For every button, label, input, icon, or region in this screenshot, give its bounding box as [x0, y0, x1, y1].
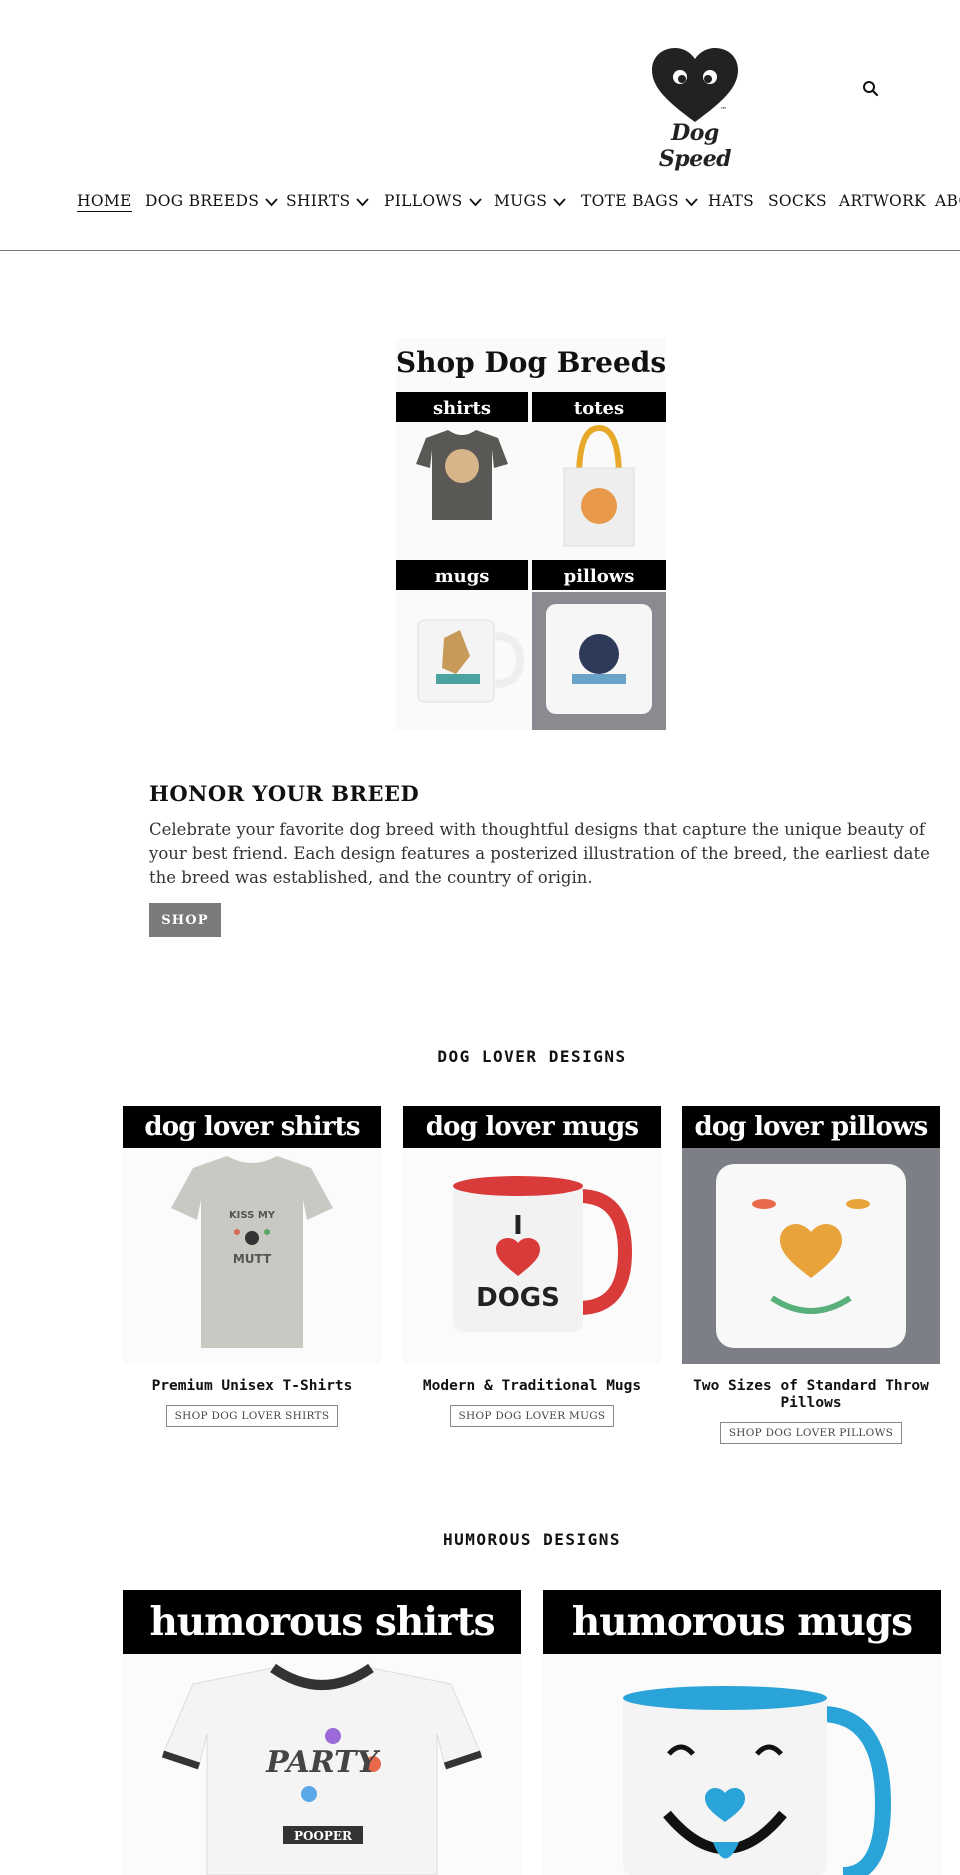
section-title-humorous: HUMOROUS DESIGNS	[442, 1530, 622, 1549]
nav-label: MUGS	[494, 192, 548, 210]
product-card-mugs: dog lover mugs I DOGS Modern & Tradition…	[403, 1106, 661, 1427]
nav-item-pillows[interactable]: PILLOWS	[384, 192, 482, 210]
mug-text-bottom: DOGS	[476, 1283, 560, 1313]
product-image[interactable]: I DOGS	[403, 1148, 661, 1364]
product-image[interactable]: PARTY POOPER	[123, 1654, 521, 1875]
nav-item-about[interactable]: ABO	[935, 192, 960, 210]
chevron-down-icon	[356, 197, 370, 206]
shop-dog-lover-shirts-button[interactable]: SHOP DOG LOVER SHIRTS	[165, 1405, 339, 1427]
nav-item-socks[interactable]: SOCKS	[768, 192, 827, 210]
search-icon[interactable]	[860, 78, 882, 100]
card-banner[interactable]: humorous shirts	[123, 1590, 521, 1654]
nav-label: DOG BREEDS	[145, 192, 260, 210]
chevron-down-icon	[265, 197, 278, 206]
chevron-down-icon	[553, 197, 566, 206]
hero-label-totes: totes	[574, 398, 624, 419]
shop-dog-lover-pillows-button[interactable]: SHOP DOG LOVER PILLOWS	[719, 1422, 903, 1444]
nav-label: SHIRTS	[286, 192, 351, 210]
nav-label: ABO	[935, 192, 960, 210]
shirt-text-top: KISS MY	[229, 1210, 276, 1221]
logo[interactable]: ™ Dog Speed	[638, 46, 752, 172]
nav-item-home[interactable]: HOME	[77, 192, 132, 212]
card-title: Modern & Traditional Mugs	[422, 1378, 642, 1394]
card-banner[interactable]: dog lover pillows	[682, 1106, 940, 1148]
card-title: Two Sizes of Standard Throw Pillows	[693, 1378, 929, 1411]
hero-label-mugs: mugs	[435, 566, 490, 587]
nav-item-hats[interactable]: HATS	[708, 192, 754, 210]
product-image[interactable]	[682, 1148, 940, 1364]
hero-label-pillows: pillows	[564, 566, 635, 587]
card-banner[interactable]: dog lover mugs	[403, 1106, 661, 1148]
shop-dog-breeds-image[interactable]: Shop Dog Breeds shirts totes mugs pillow…	[396, 338, 666, 730]
card-banner[interactable]: dog lover shirts	[123, 1106, 381, 1148]
header-divider	[0, 250, 960, 251]
hero-heading: HONOR YOUR BREED	[149, 781, 420, 806]
shirt-text-pooper: POOPER	[294, 1829, 353, 1843]
chevron-down-icon	[685, 197, 698, 206]
humorous-shirts-card[interactable]: humorous shirts PARTY POOPER	[123, 1590, 521, 1875]
heart-logo-icon: ™	[652, 48, 738, 122]
nav-label: ARTWORK	[839, 192, 926, 210]
shirt-text-party: PARTY	[265, 1745, 380, 1780]
mug-text-top: I	[513, 1211, 523, 1241]
trademark: ™	[720, 106, 727, 114]
hero-description: Celebrate your favorite dog breed with t…	[149, 820, 930, 887]
nav-label: HATS	[708, 192, 755, 210]
main-nav: HOME DOG BREEDS SHIRTS PILLOWS MUGS TOTE…	[0, 188, 960, 218]
humorous-mugs-card[interactable]: humorous mugs	[543, 1590, 941, 1875]
card-title: Premium Unisex T-Shirts	[151, 1378, 353, 1394]
shirt-text-bottom: MUTT	[233, 1252, 272, 1266]
brand-name: Dog Speed	[658, 120, 732, 172]
shop-dog-lover-mugs-button[interactable]: SHOP DOG LOVER MUGS	[449, 1405, 615, 1427]
nav-item-shirts[interactable]: SHIRTS	[286, 192, 370, 210]
nav-item-dog-breeds[interactable]: DOG BREEDS	[145, 192, 278, 210]
chevron-down-icon	[468, 197, 482, 206]
nav-label: HOME	[77, 192, 132, 212]
shop-button[interactable]: SHOP	[149, 903, 221, 937]
card-banner[interactable]: humorous mugs	[543, 1590, 941, 1654]
hero-image-title: Shop Dog Breeds	[396, 346, 666, 379]
nav-label: PILLOWS	[384, 192, 463, 210]
nav-item-artwork[interactable]: ARTWORK	[839, 192, 926, 210]
nav-item-mugs[interactable]: MUGS	[494, 192, 566, 210]
hero-label-shirts: shirts	[433, 398, 491, 419]
nav-label: SOCKS	[768, 192, 827, 210]
product-image[interactable]	[543, 1654, 941, 1875]
nav-item-tote-bags[interactable]: TOTE BAGS	[581, 192, 698, 210]
product-card-pillows: dog lover pillows Two Sizes of Standard …	[682, 1106, 940, 1444]
section-title-dog-lover: DOG LOVER DESIGNS	[437, 1047, 627, 1066]
product-image[interactable]: KISS MY MUTT	[123, 1148, 381, 1364]
nav-label: TOTE BAGS	[581, 192, 679, 210]
product-card-shirts: dog lover shirts KISS MY MUTT Premium Un…	[123, 1106, 381, 1427]
